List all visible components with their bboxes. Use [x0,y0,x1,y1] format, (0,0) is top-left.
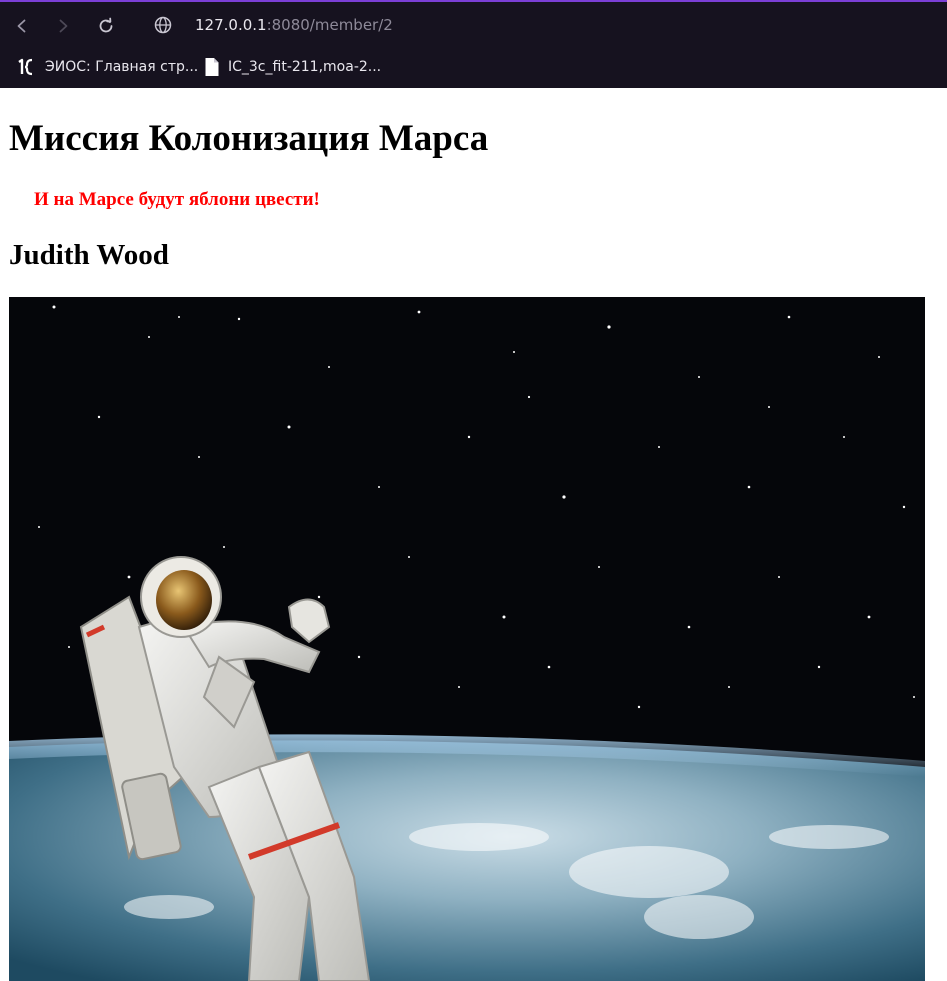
url-host: 127.0.0.1 [195,16,267,34]
1c-logo-icon [17,57,37,77]
back-icon [17,19,26,33]
bookmark-label: ЭИОС: Главная стр... [45,59,199,75]
accent-line [0,0,947,2]
member-name: Judith Wood [9,239,169,271]
url-path: :8080/member/2 [266,16,393,34]
back-button[interactable] [8,12,36,40]
bookmark-label: IC_3c_fit-211,moa-2... [228,59,382,75]
address-bar[interactable]: 127.0.0.1:8080/member/2 [195,14,393,36]
reload-icon [99,17,113,33]
globe-icon[interactable] [152,14,174,36]
forward-icon [59,19,68,33]
page-title: Миссия Колонизация Марса [9,118,489,159]
mission-slogan: И на Марсе будут яблони цвести! [34,189,320,210]
file-icon [204,57,220,77]
browser-chrome: 127.0.0.1:8080/member/2 ЭИОС: Главная ст… [0,0,947,88]
member-photo [9,297,925,981]
bookmark-file[interactable]: IC_3c_fit-211,moa-2... [204,54,381,80]
bookmark-eios[interactable]: ЭИОС: Главная стр... [17,54,198,80]
forward-button[interactable] [49,12,77,40]
reload-button[interactable] [92,12,120,40]
